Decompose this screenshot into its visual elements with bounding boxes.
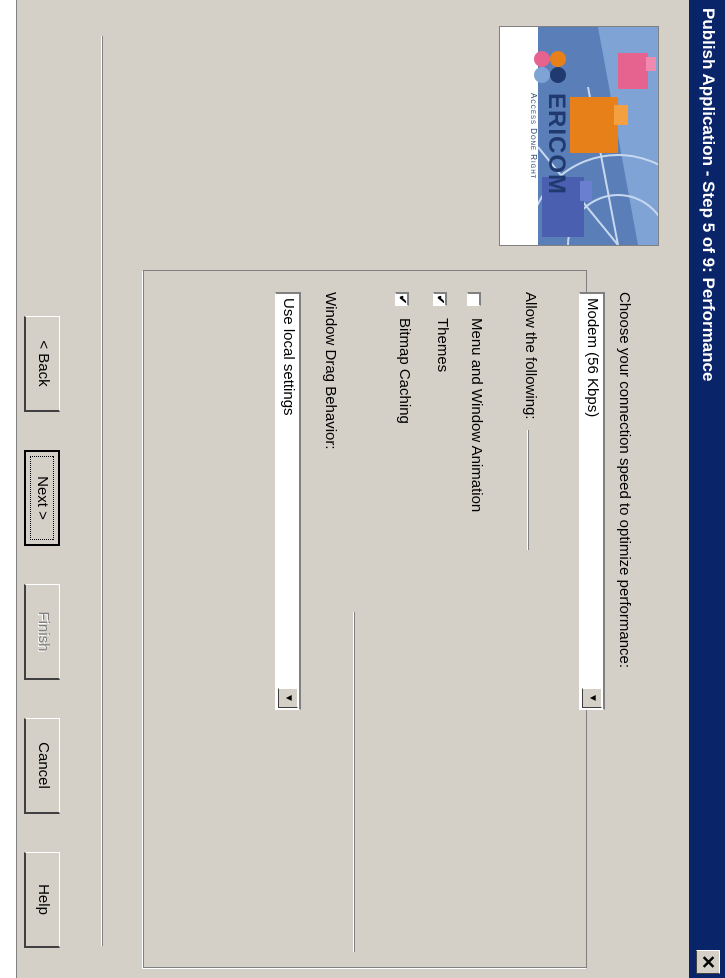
themes-checkbox[interactable]: ✔ [433,292,447,306]
allow-following-divider [527,430,529,550]
window-drag-select[interactable]: Use local settings ▼ [275,292,301,710]
help-button[interactable]: Help [24,852,60,948]
back-button[interactable]: < Back [24,316,60,412]
window-drag-label: Window Drag Behavior: [322,292,339,450]
dropdown-arrow-icon[interactable]: ▼ [582,688,602,708]
connection-speed-label: Choose your connection speed to optimize… [616,292,633,669]
focus-rectangle [30,456,54,540]
close-icon: ✕ [698,954,718,970]
publish-application-dialog: Publish Application - Step 5 of 9: Perfo… [0,0,725,978]
background-window-strip [0,0,17,978]
logo-wordmark: ERICOM [543,93,570,195]
dropdown-arrow-icon[interactable]: ▼ [278,688,298,708]
connection-speed-value: Modem (56 Kbps) [584,298,601,418]
menu-animation-label: Menu and Window Animation [468,318,485,513]
cancel-button[interactable]: Cancel [24,718,60,814]
button-separator [101,36,103,946]
ericom-banner: ERICOM Access Done Right [499,26,659,246]
ericom-logo-icon [534,51,566,83]
bitmap-caching-label: Bitmap Caching [396,318,413,424]
connection-speed-select[interactable]: Modem (56 Kbps) ▼ [579,292,605,710]
themes-label: Themes [434,318,451,373]
window-drag-value: Use local settings [280,298,297,416]
window-title: Publish Application - Step 5 of 9: Perfo… [699,8,718,382]
bitmap-caching-checkbox[interactable]: ✔ [395,292,409,306]
performance-options-panel [143,270,587,968]
logo-tagline: Access Done Right [529,93,538,180]
title-bar[interactable]: Publish Application - Step 5 of 9: Perfo… [689,0,725,978]
menu-animation-checkbox[interactable] [467,292,481,306]
finish-button[interactable]: Finish [24,584,60,680]
next-button[interactable]: Next > [24,450,60,546]
close-button[interactable]: ✕ [696,950,720,974]
drag-divider [353,612,355,952]
allow-following-label: Allow the following: [522,292,539,420]
